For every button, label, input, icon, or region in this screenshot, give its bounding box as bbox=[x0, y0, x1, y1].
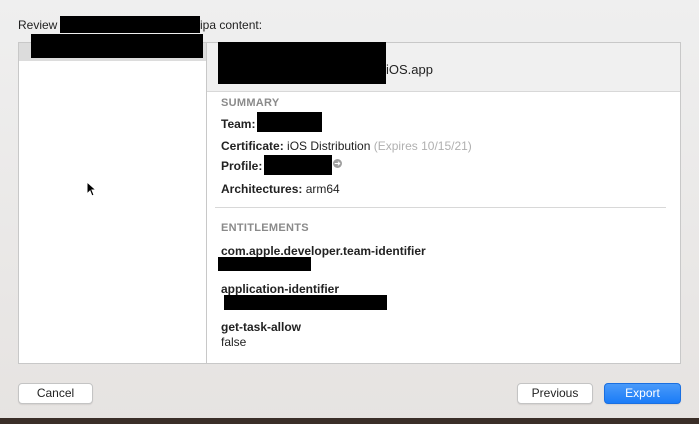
architectures-label: Architectures: bbox=[221, 182, 303, 196]
export-button[interactable]: Export bbox=[604, 383, 681, 404]
entitlements-header: ENTITLEMENTS bbox=[221, 222, 309, 234]
summary-header: SUMMARY bbox=[221, 97, 280, 109]
team-label: Team: bbox=[221, 117, 256, 131]
app-name-suffix: iOS.app bbox=[386, 62, 433, 77]
certificate-label: Certificate: bbox=[221, 139, 284, 153]
entitlement-key: get-task-allow bbox=[221, 320, 302, 334]
certificate-expiry: (Expires 10/15/21) bbox=[373, 139, 472, 153]
entitlement-key: com.apple.developer.team-identifier bbox=[221, 244, 426, 258]
previous-button[interactable]: Previous bbox=[517, 383, 593, 404]
redacted-team-identifier bbox=[218, 257, 311, 271]
redacted-app-name bbox=[31, 34, 203, 58]
entitlement-key: application-identifier bbox=[221, 282, 340, 296]
entitlement-value: false bbox=[221, 335, 247, 349]
redacted-application-identifier bbox=[224, 295, 387, 310]
profile-label: Profile: bbox=[221, 159, 263, 173]
title-prefix: Review bbox=[18, 18, 58, 32]
certificate-row: Certificate: iOS Distribution (Expires 1… bbox=[221, 139, 472, 153]
redacted-profile bbox=[264, 155, 332, 175]
architectures-value: arm64 bbox=[305, 182, 340, 196]
divider bbox=[215, 207, 666, 208]
redacted-title bbox=[60, 16, 200, 33]
detail-pane bbox=[206, 42, 681, 364]
redacted-app-title bbox=[218, 42, 386, 84]
app-list[interactable] bbox=[18, 42, 208, 364]
title-suffix: ipa content: bbox=[200, 18, 263, 32]
profile-arrow-icon[interactable]: ➜ bbox=[333, 159, 342, 168]
desktop-edge bbox=[0, 418, 699, 424]
redacted-team bbox=[257, 112, 322, 132]
architectures-row: Architectures: arm64 bbox=[221, 182, 340, 196]
cancel-button[interactable]: Cancel bbox=[18, 383, 93, 404]
certificate-value: iOS Distribution bbox=[287, 139, 371, 153]
